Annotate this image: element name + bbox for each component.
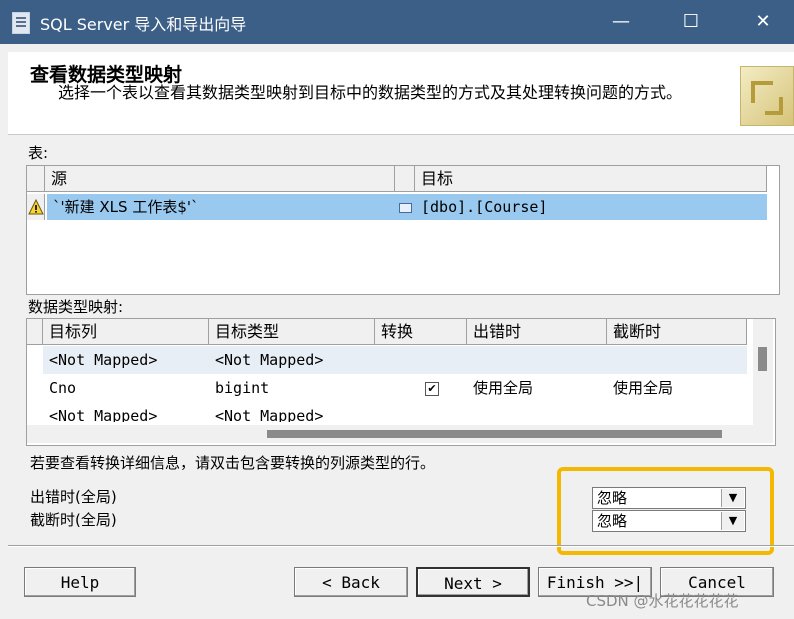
next-button[interactable]: Next > [416, 567, 530, 597]
table-row[interactable]: Cno bigint ✔ 使用全局 使用全局 [43, 374, 747, 402]
tables-label: 表: [28, 144, 49, 162]
target-type-cell: <Not Mapped> [215, 407, 324, 422]
row-indicator [27, 194, 45, 220]
destination-cell: [dbo].[Course] [415, 194, 767, 220]
column-header-convert[interactable]: 转换 [375, 319, 467, 345]
back-button[interactable]: < Back [294, 567, 408, 597]
on-error-cell: 使用全局 [473, 379, 534, 397]
watermark: CSDN @水花花花花花 [586, 592, 739, 610]
minimize-button[interactable]: — [598, 0, 644, 44]
column-header-on-error[interactable]: 出错时 [467, 319, 607, 345]
target-column-cell: <Not Mapped> [49, 407, 158, 422]
hint-text: 若要查看转换详细信息，请双击包含要转换的列源类型的行。 [30, 454, 436, 472]
target-column-cell: <Not Mapped> [49, 351, 158, 369]
table-row[interactable]: <Not Mapped> <Not Mapped> [43, 346, 747, 374]
row-indicator-header [27, 319, 43, 345]
on-truncate-cell: 使用全局 [613, 379, 674, 397]
close-button[interactable]: ✕ [740, 0, 786, 44]
vertical-scrollbar-thumb[interactable] [758, 347, 767, 371]
mapping-label: 数据类型映射: [28, 298, 124, 316]
column-header-target-type[interactable]: 目标类型 [209, 319, 375, 345]
wizard-app-icon [12, 12, 30, 34]
column-header-on-truncate[interactable]: 截断时 [607, 319, 747, 345]
table-row[interactable]: <Not Mapped> <Not Mapped> [43, 402, 747, 422]
target-type-cell: <Not Mapped> [215, 351, 324, 369]
target-type-cell: bigint [215, 379, 270, 397]
destination-table-icon-cell [395, 194, 415, 220]
column-header-target-column[interactable]: 目标列 [43, 319, 209, 345]
convert-checkbox[interactable]: ✔ [425, 382, 439, 396]
horizontal-scrollbar-thumb[interactable] [267, 430, 722, 438]
mapping-grid[interactable]: 目标列 目标类型 转换 出错时 截断时 <Not Mapped> <Not Ma… [26, 318, 776, 446]
warning-icon [28, 199, 44, 215]
column-spacer [395, 166, 415, 192]
maximize-button[interactable]: ☐ [668, 0, 714, 44]
horizontal-scrollbar[interactable] [27, 425, 773, 443]
target-column-cell: Cno [49, 379, 77, 397]
title-bar: SQL Server 导入和导出向导 — ☐ ✕ [0, 0, 794, 44]
page-header: 查看数据类型映射 选择一个表以查看其数据类型映射到目标中的数据类型的方式及其处理… [8, 52, 794, 135]
wizard-banner-icon [740, 66, 794, 126]
help-button[interactable]: Help [24, 567, 136, 597]
row-indicator-header [27, 166, 45, 192]
vertical-scrollbar[interactable] [753, 319, 773, 425]
window-title: SQL Server 导入和导出向导 [40, 15, 247, 34]
column-header-source[interactable]: 源 [45, 166, 395, 192]
on-error-global-label: 出错时(全局) [30, 488, 117, 506]
highlight-annotation-box [557, 467, 774, 555]
column-header-destination[interactable]: 目标 [415, 166, 767, 192]
table-icon [399, 203, 412, 213]
tables-grid[interactable]: 源 目标 `'新建 XLS 工作表$'` [dbo].[Course] [26, 165, 780, 295]
on-truncate-global-label: 截断时(全局) [30, 511, 117, 529]
table-row[interactable]: `'新建 XLS 工作表$'` [dbo].[Course] [27, 194, 767, 220]
divider [8, 545, 794, 547]
source-cell: `'新建 XLS 工作表$'` [47, 194, 395, 220]
page-description: 选择一个表以查看其数据类型映射到目标中的数据类型的方式及其处理转换问题的方式。 [58, 83, 683, 102]
